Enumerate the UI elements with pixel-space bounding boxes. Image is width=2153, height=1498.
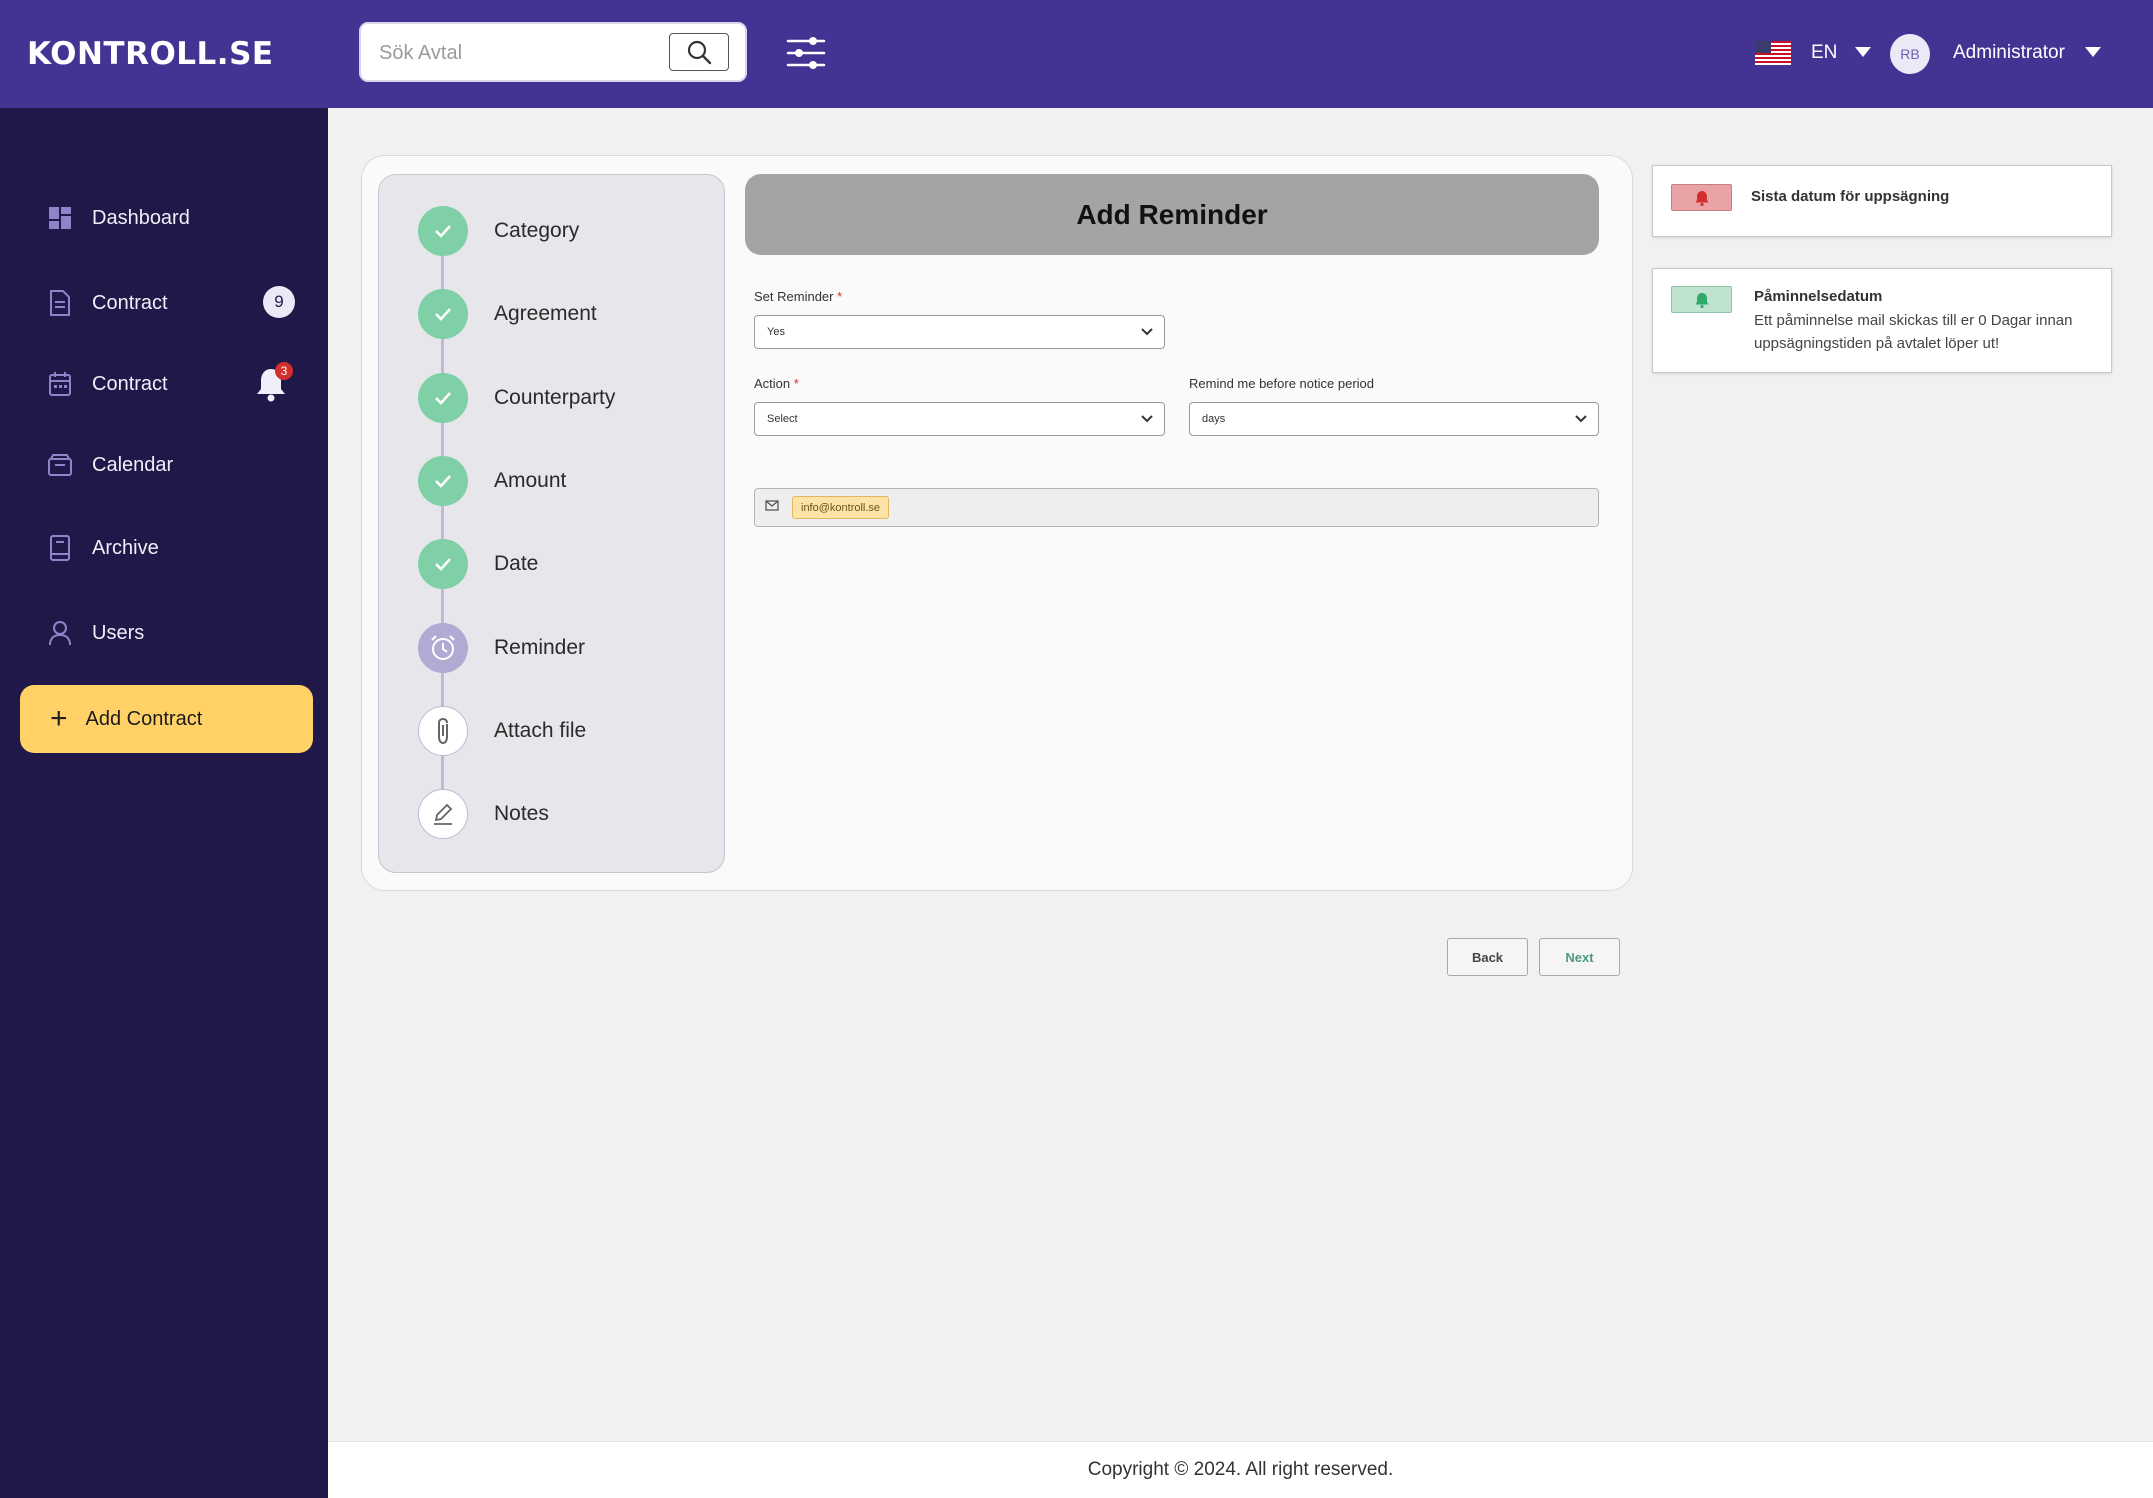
email-chip[interactable]: info@kontroll.se bbox=[792, 496, 890, 519]
next-button[interactable]: Next bbox=[1539, 938, 1620, 976]
paperclip-icon bbox=[418, 706, 468, 756]
green-bell-tag bbox=[1671, 286, 1732, 313]
chevron-down-icon bbox=[1575, 415, 1587, 423]
remind-before-select[interactable]: days bbox=[1189, 402, 1599, 436]
step-notes[interactable]: Notes bbox=[418, 789, 549, 839]
back-button[interactable]: Back bbox=[1447, 938, 1528, 976]
remind-before-value: days bbox=[1202, 413, 1226, 425]
step-label: Reminder bbox=[494, 636, 586, 659]
document-icon bbox=[46, 289, 74, 317]
required-mark: * bbox=[837, 289, 843, 304]
sidebar-item-label: Contract bbox=[92, 291, 168, 314]
sidebar-item-dashboard[interactable]: Dashboard bbox=[46, 198, 190, 238]
step-counterparty[interactable]: Counterparty bbox=[418, 373, 615, 423]
search-box bbox=[359, 22, 747, 82]
language-code: EN bbox=[1811, 42, 1838, 63]
action-label-text: Action bbox=[754, 376, 791, 391]
reminder-date-card: Påminnelsedatum Ett påminnelse mail skic… bbox=[1652, 268, 2112, 373]
chevron-down-icon bbox=[1855, 47, 1871, 57]
check-icon bbox=[418, 206, 468, 256]
contract-count-badge: 9 bbox=[263, 286, 295, 318]
search-button[interactable] bbox=[669, 33, 729, 71]
sidebar-item-label: Dashboard bbox=[92, 206, 190, 229]
email-recipients-field[interactable]: info@kontroll.se bbox=[754, 488, 1599, 527]
user-icon bbox=[46, 619, 74, 647]
sidebar-item-label: Contract bbox=[92, 372, 168, 395]
language-selector[interactable]: EN bbox=[1755, 38, 1871, 68]
search-input[interactable] bbox=[379, 38, 649, 68]
add-contract-label: Add Contract bbox=[85, 707, 203, 730]
sidebar-item-label: Calendar bbox=[92, 453, 174, 476]
footer: Copyright © 2024. All right reserved. bbox=[328, 1441, 2153, 1498]
search-icon bbox=[687, 40, 712, 65]
step-label: Agreement bbox=[494, 302, 597, 325]
step-list bbox=[378, 174, 725, 873]
bell-icon bbox=[1695, 292, 1708, 308]
avatar[interactable]: RB bbox=[1890, 34, 1930, 74]
pencil-icon bbox=[418, 789, 468, 839]
step-label: Category bbox=[494, 219, 580, 242]
check-icon bbox=[418, 539, 468, 589]
set-reminder-label: Set Reminder * bbox=[754, 289, 842, 304]
termination-date-title: Sista datum för uppsägning bbox=[1751, 188, 1950, 205]
red-bell-tag bbox=[1671, 184, 1732, 211]
sidebar-item-calendar[interactable]: Calendar bbox=[46, 445, 173, 485]
check-icon bbox=[418, 456, 468, 506]
remind-before-label: Remind me before notice period bbox=[1189, 376, 1374, 391]
set-reminder-label-text: Set Reminder bbox=[754, 289, 834, 304]
set-reminder-value: Yes bbox=[767, 326, 785, 338]
book-icon bbox=[46, 534, 74, 562]
step-date[interactable]: Date bbox=[418, 539, 538, 589]
check-icon bbox=[418, 289, 468, 339]
inbox-icon bbox=[46, 451, 74, 479]
sidebar-item-label: Archive bbox=[92, 536, 159, 559]
copyright-text: Copyright © 2024. All right reserved. bbox=[1087, 1459, 1394, 1480]
reminder-date-body-line-2: uppsägningstiden på avtalet löper ut! bbox=[1754, 335, 2000, 352]
termination-date-card: Sista datum för uppsägning bbox=[1652, 165, 2112, 237]
sidebar-item-archive[interactable]: Archive bbox=[46, 528, 159, 568]
us-flag-icon bbox=[1755, 41, 1791, 65]
action-value: Select bbox=[767, 413, 798, 425]
user-menu-chevron-icon[interactable] bbox=[2085, 47, 2101, 57]
step-category[interactable]: Category bbox=[418, 206, 579, 256]
chevron-down-icon bbox=[1141, 415, 1153, 423]
form-title: Add Reminder bbox=[1076, 198, 1268, 230]
app-logo[interactable]: KONTROLL.SE bbox=[27, 36, 274, 72]
step-attach-file[interactable]: Attach file bbox=[418, 706, 586, 756]
check-icon bbox=[418, 373, 468, 423]
reminder-date-body-line-1: Ett påminnelse mail skickas till er 0 Da… bbox=[1754, 312, 2073, 329]
step-amount[interactable]: Amount bbox=[418, 456, 566, 506]
set-reminder-select[interactable]: Yes bbox=[754, 315, 1165, 349]
sidebar-item-users[interactable]: Users bbox=[46, 613, 144, 653]
user-role[interactable]: Administrator bbox=[1953, 42, 2065, 64]
step-reminder[interactable]: Reminder bbox=[418, 623, 585, 673]
calendar-icon bbox=[46, 370, 74, 398]
step-agreement[interactable]: Agreement bbox=[418, 289, 597, 339]
action-label: Action * bbox=[754, 376, 799, 391]
step-label: Counterparty bbox=[494, 386, 616, 409]
required-mark: * bbox=[793, 376, 799, 391]
form-header: Add Reminder bbox=[745, 174, 1599, 255]
alarm-clock-icon bbox=[418, 623, 468, 673]
notification-count-badge: 3 bbox=[275, 362, 293, 380]
reminder-date-title: Påminnelsedatum bbox=[1754, 288, 1883, 305]
sidebar-item-contract[interactable]: Contract bbox=[46, 283, 168, 323]
step-label: Amount bbox=[494, 469, 567, 492]
sliders-icon bbox=[786, 37, 826, 69]
action-select[interactable]: Select bbox=[754, 402, 1165, 436]
plus-icon: + bbox=[50, 702, 68, 735]
notification-bell[interactable]: 3 bbox=[255, 362, 295, 406]
filter-button[interactable] bbox=[785, 32, 827, 74]
add-contract-button[interactable]: + Add Contract bbox=[20, 685, 313, 753]
top-bar: KONTROLL.SE E bbox=[0, 0, 2153, 108]
bell-icon bbox=[1695, 190, 1708, 206]
chevron-down-icon bbox=[1141, 328, 1153, 336]
dashboard-icon bbox=[46, 204, 74, 232]
step-label: Date bbox=[494, 552, 539, 575]
sidebar-item-label: Users bbox=[92, 621, 145, 644]
step-label: Attach file bbox=[494, 719, 587, 742]
sidebar-item-contract-reminders[interactable]: Contract bbox=[46, 364, 168, 404]
mail-icon bbox=[765, 500, 779, 511]
step-label: Notes bbox=[494, 802, 549, 825]
